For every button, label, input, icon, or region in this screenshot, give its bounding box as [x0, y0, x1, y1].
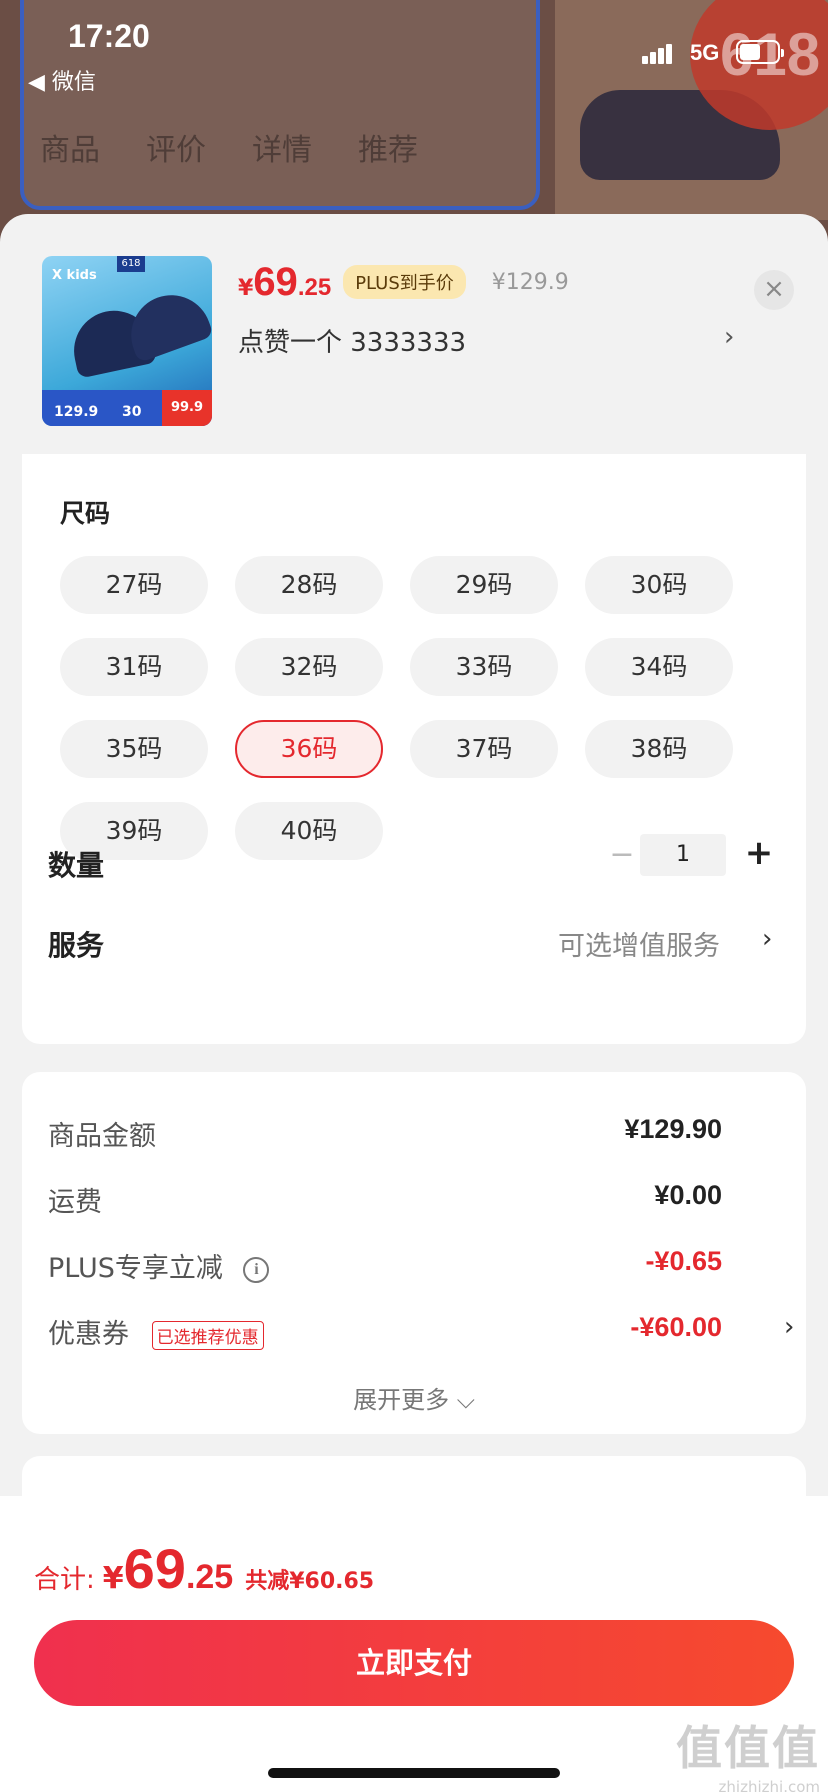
- size-option[interactable]: 27码: [60, 556, 208, 614]
- shipping-value: ¥0.00: [654, 1180, 722, 1210]
- plus-discount-value: -¥0.65: [645, 1246, 722, 1276]
- goods-amount-label: 商品金额: [48, 1121, 156, 1152]
- size-option[interactable]: 40码: [235, 802, 383, 860]
- checkout-bar: 合计: ¥ 69 .25 共减¥60.65 立即支付 值值值 zhizhizhi…: [0, 1496, 828, 1792]
- background-tabs: 商品 评价 详情 推荐: [40, 125, 418, 169]
- chevron-right-icon[interactable]: ›: [762, 924, 772, 954]
- selected-spec[interactable]: 点赞一个 3333333: [238, 322, 738, 359]
- battery-icon: [736, 40, 784, 64]
- total-label: 合计:: [34, 1565, 95, 1595]
- price-currency: ¥: [238, 276, 254, 301]
- watermark-url: zhizhizhi.com: [718, 1778, 820, 1792]
- watermark: 值值值 zhizhizhi.com: [676, 1712, 820, 1792]
- total-decimal: .25: [185, 1558, 234, 1596]
- coupon-tag: 已选推荐优惠: [151, 1321, 264, 1350]
- size-option[interactable]: 34码: [585, 638, 733, 696]
- total-currency: ¥: [102, 1561, 124, 1596]
- quantity-plus-button[interactable]: +: [738, 832, 780, 874]
- size-section-title: 尺码: [60, 499, 111, 528]
- size-option[interactable]: 33码: [410, 638, 558, 696]
- watermark-logo: 值值值: [676, 1721, 820, 1775]
- signal-icon: [642, 44, 674, 64]
- quantity-minus-button[interactable]: −: [602, 836, 642, 876]
- size-option[interactable]: 32码: [235, 638, 383, 696]
- status-time: 17:20: [68, 18, 150, 54]
- goods-amount-row: 商品金额 ¥129.90: [48, 1114, 788, 1153]
- shipping-row: 运费 ¥0.00: [48, 1180, 788, 1219]
- status-bar: 17:20 ◀ 微信 5G: [0, 0, 828, 100]
- price-decimal: .25: [297, 274, 332, 301]
- plus-discount-row: PLUS专享立减 i -¥0.65: [48, 1246, 788, 1285]
- background-tab: 商品: [40, 133, 100, 168]
- price-detail-card: 商品金额 ¥129.90 运费 ¥0.00 PLUS专享立减 i -¥0.65 …: [22, 1072, 806, 1434]
- thumb-discount: 30: [122, 404, 142, 420]
- size-option[interactable]: 30码: [585, 556, 733, 614]
- product-thumbnail: X kids 618 129.9 30 99.9: [42, 256, 212, 426]
- thumb-final-price: 99.9: [162, 390, 212, 426]
- brand-logo: X kids: [52, 268, 97, 283]
- background-tab: 评价: [146, 133, 206, 168]
- size-option[interactable]: 29码: [410, 556, 558, 614]
- plus-discount-label: PLUS专享立减: [48, 1253, 223, 1284]
- home-indicator: [268, 1768, 560, 1778]
- price-integer: 69: [253, 260, 298, 304]
- pay-now-button[interactable]: 立即支付: [34, 1620, 794, 1706]
- background-tab: 推荐: [358, 133, 418, 168]
- size-options: 27码 28码 29码 30码 31码 32码 33码 34码 35码 36码 37码 38码 39码 4…: [60, 556, 760, 860]
- total-savings: 共减¥60.65: [245, 1569, 375, 1594]
- original-price: ¥129.9: [491, 270, 569, 295]
- back-to-wechat-link[interactable]: ◀ 微信: [28, 64, 96, 96]
- thumb-618-tag: 618: [117, 256, 145, 272]
- size-option[interactable]: 36码: [235, 720, 383, 778]
- coupon-label: 优惠券: [48, 1319, 129, 1350]
- shipping-label: 运费: [48, 1187, 102, 1218]
- chevron-right-icon[interactable]: ›: [784, 1312, 794, 1342]
- thumb-price: 129.9: [54, 404, 99, 420]
- size-option[interactable]: 31码: [60, 638, 208, 696]
- plus-price-tag: PLUS到手价: [343, 265, 466, 299]
- service-label: 服务: [48, 929, 105, 962]
- service-value[interactable]: 可选增值服务: [558, 924, 720, 963]
- network-type: 5G: [690, 40, 720, 65]
- info-icon[interactable]: i: [243, 1256, 270, 1283]
- chevron-right-icon[interactable]: ›: [724, 322, 734, 352]
- background-tab: 详情: [252, 133, 312, 168]
- product-header: X kids 618 129.9 30 99.9 ¥ 69 .25 PLUS到手…: [0, 214, 828, 454]
- total-integer: 69: [123, 1537, 186, 1600]
- options-card: 尺码 27码 28码 29码 30码 31码 32码 33码 34码 35码 36码 37码 38码 3…: [22, 454, 806, 1044]
- total-row: 合计: ¥ 69 .25 共减¥60.65: [34, 1536, 374, 1601]
- price-row: ¥ 69 .25 PLUS到手价 ¥129.9: [238, 260, 569, 305]
- coupon-row[interactable]: 优惠券 已选推荐优惠 -¥60.00 ›: [48, 1312, 794, 1351]
- close-icon[interactable]: ×: [754, 270, 794, 310]
- quantity-input[interactable]: 1: [640, 834, 726, 876]
- expand-more-button[interactable]: 展开更多 ⌵: [22, 1380, 806, 1415]
- size-option[interactable]: 37码: [410, 720, 558, 778]
- coupon-value: -¥60.00: [630, 1312, 722, 1342]
- quantity-label: 数量: [48, 849, 105, 882]
- shoe-image: [120, 283, 212, 364]
- size-option[interactable]: 28码: [235, 556, 383, 614]
- size-option[interactable]: 38码: [585, 720, 733, 778]
- goods-amount-value: ¥129.90: [624, 1114, 722, 1144]
- size-option[interactable]: 35码: [60, 720, 208, 778]
